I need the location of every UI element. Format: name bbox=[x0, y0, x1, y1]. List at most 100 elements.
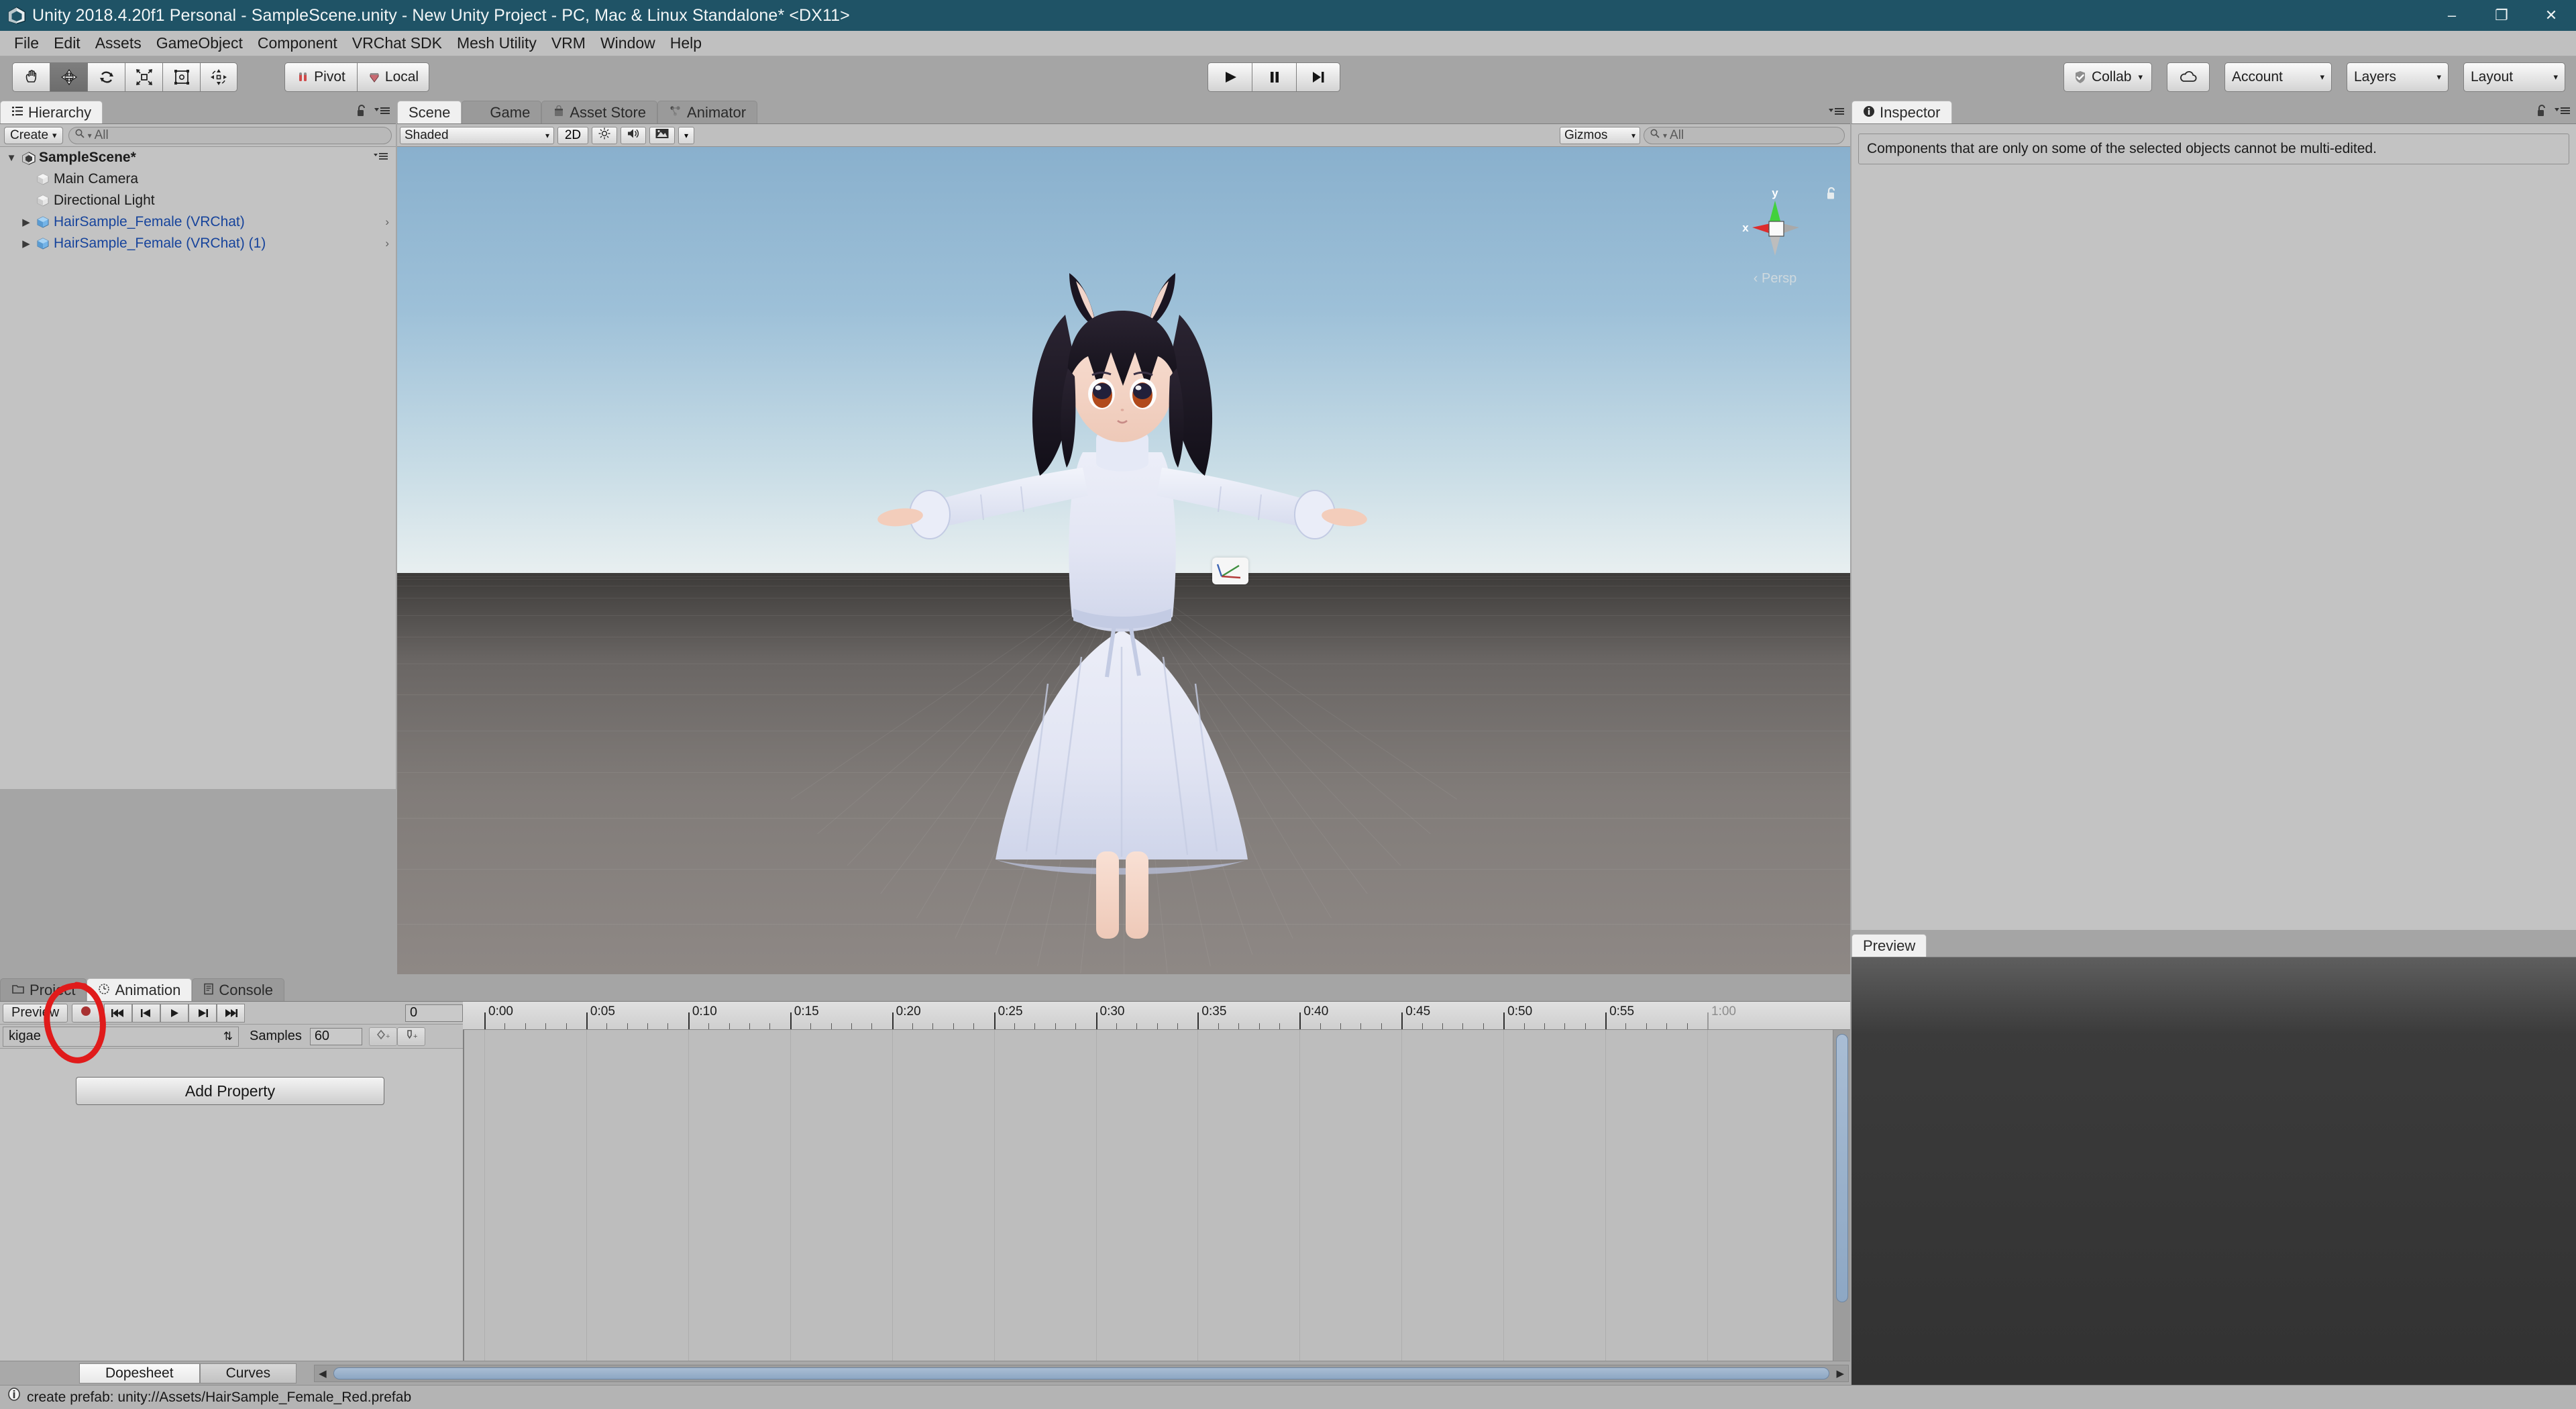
scene-move-gizmo[interactable] bbox=[1212, 558, 1248, 584]
add-property-button[interactable]: Add Property bbox=[76, 1077, 384, 1105]
animation-next-key-button[interactable] bbox=[189, 1003, 217, 1023]
tab-inspector[interactable]: Inspector bbox=[1851, 101, 1952, 123]
maximize-button[interactable]: ❐ bbox=[2477, 0, 2526, 31]
effects-dropdown[interactable]: ▾ bbox=[678, 126, 694, 144]
samples-input[interactable]: 60 bbox=[309, 1027, 362, 1045]
hierarchy-item-row[interactable]: Directional Light bbox=[0, 190, 396, 211]
play-button[interactable] bbox=[1208, 62, 1252, 92]
dopesheet-vscroll-thumb[interactable] bbox=[1836, 1034, 1848, 1302]
animation-prev-key-button[interactable] bbox=[132, 1003, 161, 1023]
tab-preview[interactable]: Preview bbox=[1851, 934, 1927, 957]
animation-first-frame-button[interactable] bbox=[104, 1003, 133, 1023]
open-prefab-chevron-icon[interactable]: › bbox=[385, 215, 389, 229]
close-button[interactable]: ✕ bbox=[2526, 0, 2576, 31]
timeline-ruler[interactable]: 0:00 0:05 0:10 0:15 0:20 0:25 0:30 0:35 0:40 0:45… bbox=[463, 1002, 1850, 1030]
menu-mesh-utility[interactable]: Mesh Utility bbox=[449, 32, 544, 54]
animation-preview-button[interactable]: Preview bbox=[3, 1003, 68, 1023]
hierarchy-item-row[interactable]: ▶ HairSample_Female (VRChat) (1) › bbox=[0, 233, 396, 254]
add-event-button[interactable]: + bbox=[396, 1027, 425, 1046]
menu-file[interactable]: File bbox=[7, 32, 46, 54]
chevron-down-icon[interactable]: ▼ bbox=[5, 152, 17, 164]
scene-projection-label[interactable]: ‹ Persp bbox=[1735, 271, 1815, 286]
menu-edit[interactable]: Edit bbox=[46, 32, 88, 54]
pivot-button[interactable]: Pivot bbox=[284, 62, 357, 92]
scene-axis-gizmo[interactable]: y x bbox=[1735, 186, 1815, 273]
shading-mode-dropdown[interactable]: Shaded ▾ bbox=[400, 126, 554, 144]
toggle-2d-button[interactable]: 2D bbox=[557, 126, 588, 144]
tab-scene[interactable]: Scene bbox=[397, 101, 462, 123]
tab-hierarchy[interactable]: Hierarchy bbox=[0, 101, 103, 123]
lock-open-icon[interactable] bbox=[356, 104, 368, 121]
tab-asset-store[interactable]: Asset Store bbox=[541, 101, 658, 123]
animation-horizontal-scrollbar[interactable]: ◀ ▶ bbox=[314, 1364, 1849, 1382]
transform-tool[interactable] bbox=[200, 62, 237, 92]
hscroll-thumb[interactable] bbox=[333, 1367, 1829, 1379]
collab-button[interactable]: Collab ▾ bbox=[2063, 62, 2152, 92]
panel-menu-icon[interactable] bbox=[1827, 105, 1845, 121]
gizmos-dropdown[interactable]: Gizmos ▾ bbox=[1560, 126, 1640, 144]
rotate-tool[interactable] bbox=[87, 62, 125, 92]
chevron-right-icon[interactable]: ▶ bbox=[20, 238, 32, 250]
animation-frame-input[interactable]: 0 bbox=[405, 1004, 463, 1022]
menu-help[interactable]: Help bbox=[663, 32, 709, 54]
cloud-button[interactable] bbox=[2167, 62, 2210, 92]
pause-button[interactable] bbox=[1252, 62, 1296, 92]
chevron-right-icon[interactable]: ▶ bbox=[20, 216, 32, 228]
hierarchy-item-row[interactable]: ▶ HairSample_Female (VRChat) › bbox=[0, 211, 396, 233]
lock-open-icon[interactable] bbox=[2536, 104, 2548, 121]
dopesheet-area[interactable] bbox=[463, 1030, 1850, 1361]
panel-menu-icon[interactable] bbox=[2553, 105, 2571, 120]
toggle-lighting-button[interactable] bbox=[592, 126, 617, 144]
tab-dopesheet[interactable]: Dopesheet bbox=[79, 1363, 200, 1384]
tab-animator[interactable]: Animator bbox=[657, 101, 758, 123]
tab-curves[interactable]: Curves bbox=[199, 1363, 297, 1384]
scene-viewport[interactable]: y x ‹ Persp bbox=[397, 147, 1850, 974]
hierarchy-item-row[interactable]: Main Camera bbox=[0, 168, 396, 190]
step-button[interactable] bbox=[1296, 62, 1340, 92]
account-button[interactable]: Account ▾ bbox=[2224, 62, 2332, 92]
layout-button[interactable]: Layout ▾ bbox=[2463, 62, 2565, 92]
menu-gameobject[interactable]: GameObject bbox=[149, 32, 250, 54]
hierarchy-search-input[interactable]: ▾ All bbox=[68, 126, 392, 144]
scene-search-input[interactable]: ▾ All bbox=[1644, 126, 1845, 144]
scene-view-panel: Scene Game Asset Store Animator Shaded ▾ 2D bbox=[397, 98, 1850, 974]
animation-play-button[interactable] bbox=[160, 1003, 189, 1023]
scene-menu-icon[interactable] bbox=[373, 151, 389, 165]
scene-lock-icon[interactable] bbox=[1825, 186, 1838, 204]
hierarchy-scene-row[interactable]: ▼ SampleScene* bbox=[0, 147, 396, 168]
timeline-playhead[interactable] bbox=[463, 1030, 464, 1361]
timeline-tick-minor bbox=[1279, 1023, 1280, 1029]
animation-last-frame-button[interactable] bbox=[217, 1003, 246, 1023]
dopesheet-vertical-scrollbar[interactable] bbox=[1833, 1030, 1850, 1361]
tab-project[interactable]: Project bbox=[0, 978, 87, 1001]
layers-button[interactable]: Layers ▾ bbox=[2347, 62, 2449, 92]
menu-assets[interactable]: Assets bbox=[88, 32, 149, 54]
menu-window[interactable]: Window bbox=[593, 32, 663, 54]
scroll-right-arrow-icon[interactable]: ▶ bbox=[1836, 1367, 1844, 1379]
timeline-tick-minor bbox=[1646, 1023, 1647, 1029]
animation-clip-dropdown[interactable]: kigae ⇅ bbox=[3, 1026, 239, 1047]
toggle-effects-button[interactable] bbox=[649, 126, 675, 144]
menu-component[interactable]: Component bbox=[250, 32, 345, 54]
menu-vrchat-sdk[interactable]: VRChat SDK bbox=[345, 32, 449, 54]
create-button[interactable]: Create ▾ bbox=[4, 126, 63, 144]
animation-record-button[interactable] bbox=[72, 1003, 101, 1023]
avatar-model[interactable] bbox=[686, 147, 1558, 972]
minimize-button[interactable]: – bbox=[2427, 0, 2477, 31]
preview-viewport[interactable] bbox=[1851, 957, 2576, 1385]
tab-console[interactable]: Console bbox=[192, 978, 285, 1001]
toggle-audio-button[interactable] bbox=[621, 126, 646, 144]
space-button[interactable]: Local bbox=[357, 62, 429, 92]
tab-game[interactable]: Game bbox=[462, 101, 542, 123]
panel-menu-icon[interactable] bbox=[373, 105, 390, 120]
scroll-left-arrow-icon[interactable]: ◀ bbox=[319, 1367, 327, 1379]
move-tool[interactable] bbox=[50, 62, 87, 92]
open-prefab-chevron-icon[interactable]: › bbox=[385, 237, 389, 250]
inspector-multiedit-message: Components that are only on some of the … bbox=[1858, 134, 2569, 164]
add-keyframe-button[interactable]: + bbox=[368, 1027, 397, 1046]
menu-vrm[interactable]: VRM bbox=[544, 32, 593, 54]
tab-animation[interactable]: Animation bbox=[87, 978, 193, 1001]
hand-tool[interactable] bbox=[12, 62, 50, 92]
scale-tool[interactable] bbox=[125, 62, 162, 92]
rect-tool[interactable] bbox=[162, 62, 200, 92]
